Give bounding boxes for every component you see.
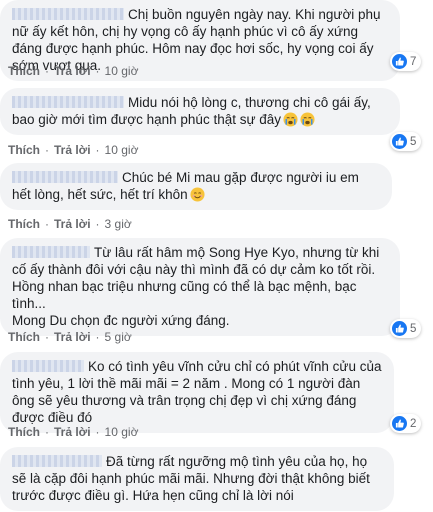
comment-bubble: Từ lâu rất hâm mộ Song Hye Kyo, nhưng từ… [0, 238, 400, 336]
comment-time[interactable]: 10 giờ [105, 64, 139, 78]
thumbs-up-icon [392, 54, 407, 69]
thumbs-up-icon [392, 134, 407, 149]
comment-time[interactable]: 3 giờ [105, 217, 132, 231]
reply-link[interactable]: Trả lời [54, 330, 91, 344]
like-link[interactable]: Thích [8, 425, 40, 439]
reaction-count: 5 [410, 135, 417, 148]
reaction-count-badge[interactable]: 5 [390, 132, 422, 151]
comment-time[interactable]: 5 giờ [105, 330, 132, 344]
smiling-face-icon [190, 187, 205, 202]
like-link[interactable]: Thích [8, 217, 40, 231]
blurred-author-name[interactable] [12, 171, 118, 183]
comment-actions: Thích · Trả lời · 5 giờ [8, 330, 132, 344]
reply-link[interactable]: Trả lời [54, 64, 91, 78]
like-link[interactable]: Thích [8, 330, 40, 344]
reaction-count: 7 [410, 55, 417, 68]
reaction-count-badge[interactable]: 5 [390, 319, 422, 338]
blurred-author-name[interactable] [12, 8, 124, 20]
reaction-count: 5 [410, 322, 417, 335]
comment-time[interactable]: 10 giờ [105, 143, 139, 157]
blurred-author-name[interactable] [12, 246, 90, 258]
comment-actions: Thích · Trả lời · 10 giờ [8, 425, 139, 439]
comment-bubble: Đã từng rất ngưỡng mộ tình yêu của họ, h… [0, 447, 394, 511]
like-link[interactable]: Thích [8, 64, 40, 78]
reply-link[interactable]: Trả lời [54, 143, 91, 157]
comment-bubble: Midu nói hộ lòng c, thương chi cô gái ấy… [0, 88, 400, 135]
like-link[interactable]: Thích [8, 143, 40, 157]
comment-actions: Thích · Trả lời · 10 giờ [8, 64, 139, 78]
reply-link[interactable]: Trả lời [54, 425, 91, 439]
blurred-author-name[interactable] [12, 96, 124, 108]
reply-link[interactable]: Trả lời [54, 217, 91, 231]
comment-time[interactable]: 10 giờ [105, 425, 139, 439]
reaction-count-badge[interactable]: 2 [390, 414, 422, 433]
comment-bubble: Ko có tình yêu vĩnh cửu chỉ có phút vĩnh… [0, 352, 394, 433]
blurred-author-name[interactable] [12, 455, 102, 467]
thumbs-up-icon [392, 321, 407, 336]
comment-bubble: Chúc bé Mi mau gặp được người iu em hết … [0, 163, 392, 210]
blurred-author-name[interactable] [12, 360, 84, 372]
reaction-count-badge[interactable]: 7 [390, 52, 422, 71]
comment-actions: Thích · Trả lời · 10 giờ [8, 143, 139, 157]
reaction-count: 2 [410, 417, 417, 430]
thumbs-up-icon [392, 416, 407, 431]
comment-actions: Thích · Trả lời · 3 giờ [8, 217, 132, 231]
crying-face-icon [300, 112, 315, 127]
crying-face-icon [283, 112, 298, 127]
